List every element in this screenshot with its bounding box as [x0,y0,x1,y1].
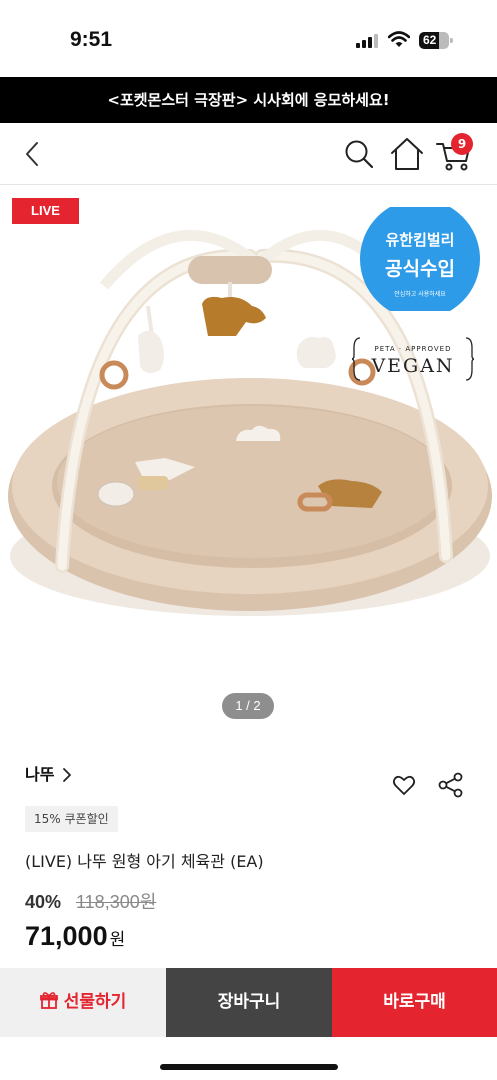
heart-icon[interactable] [392,773,416,797]
image-pager: 1 / 2 [222,693,274,719]
wifi-icon [388,31,410,47]
vegan-badge-big: VEGAN [370,355,454,377]
sale-price-amount: 71,000 [25,921,108,951]
status-time: 9:51 [70,28,113,51]
vegan-badge: PETA · APPROVED VEGAN [352,337,474,381]
official-import-badge: 유한킴벌리 공식수입 안심하고 사용하세요 [360,207,480,311]
gift-icon [39,992,58,1009]
chevron-right-icon[interactable] [62,767,72,783]
home-icon[interactable] [389,136,425,172]
product-title: (LIVE) 나뚜 원형 아기 체육관 (EA) [25,852,264,871]
original-price: 118,300원 [76,892,157,912]
buy-now-button[interactable]: 바로구매 [332,968,497,1037]
vegan-badge-small: PETA · APPROVED [375,345,452,353]
live-badge: LIVE [12,198,79,224]
add-to-cart-button[interactable]: 장바구니 [166,968,332,1037]
share-icon[interactable] [438,772,464,798]
official-badge-line2: 공식수입 [385,258,455,280]
brand-link[interactable]: 나뚜 [25,764,54,786]
home-indicator [160,1064,338,1070]
sale-price: 71,000 원 [25,918,125,954]
top-nav-bar [0,123,497,185]
discount-rate: 40% [25,892,62,912]
bottom-action-bar: 선물하기 장바구니 바로구매 [0,968,497,1037]
coupon-tag: 15% 쿠폰할인 [25,806,118,832]
battery-level: 62 [419,32,439,49]
official-badge-line3: 안심하고 사용하세요 [394,290,446,298]
cellular-signal-icon [356,34,380,48]
search-icon[interactable] [343,138,375,170]
official-badge-line1: 유한킴벌리 [385,231,454,249]
gift-button-label: 선물하기 [63,992,127,1012]
cart-count-badge: 9 [451,133,473,155]
status-bar: 9:51 62 [0,0,497,76]
back-arrow-icon[interactable] [18,137,48,171]
sale-price-unit: 원 [109,930,126,950]
battery-icon: 62 [419,32,453,49]
promo-banner[interactable]: <포켓몬스터 극장판> 시사회에 응모하세요! [0,77,497,123]
gift-button[interactable]: 선물하기 [0,968,166,1037]
